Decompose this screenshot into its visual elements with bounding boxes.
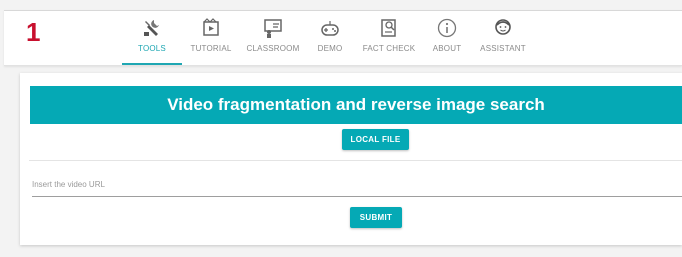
main-nav: TOOLS TUTORIAL CLASSROOM DEMO FACT CHECK… <box>122 11 536 65</box>
fact-check-icon <box>378 17 400 39</box>
video-url-input[interactable] <box>32 174 682 197</box>
info-icon <box>436 17 458 39</box>
step-number-badge: 1 <box>26 17 41 47</box>
nav-label-classroom: CLASSROOM <box>246 44 300 53</box>
assistant-icon <box>492 17 514 39</box>
nav-label-tools: TOOLS <box>138 44 166 53</box>
nav-item-fact-check[interactable]: FACT CHECK <box>354 11 424 65</box>
divider <box>29 160 682 161</box>
video-fragmentation-panel: Video fragmentation and reverse image se… <box>20 73 682 245</box>
local-file-button[interactable]: LOCAL FILE <box>342 129 409 150</box>
gamepad-icon <box>319 17 341 39</box>
nav-item-assistant[interactable]: ASSISTANT <box>470 11 536 65</box>
nav-label-fact-check: FACT CHECK <box>362 44 416 53</box>
nav-label-demo: DEMO <box>317 44 343 53</box>
top-navigation-bar: 1 TOOLS TUTORIAL CLASSROOM DEMO FACT CHE… <box>4 10 682 66</box>
nav-label-about: ABOUT <box>432 44 462 53</box>
tutorial-icon <box>200 17 222 39</box>
nav-item-tutorial[interactable]: TUTORIAL <box>182 11 240 65</box>
nav-item-tools[interactable]: TOOLS <box>122 11 182 65</box>
app-frame: 1 TOOLS TUTORIAL CLASSROOM DEMO FACT CHE… <box>0 0 682 257</box>
tools-icon <box>141 17 163 39</box>
nav-label-tutorial: TUTORIAL <box>190 44 232 53</box>
nav-item-about[interactable]: ABOUT <box>424 11 470 65</box>
nav-item-demo[interactable]: DEMO <box>306 11 354 65</box>
classroom-icon <box>262 17 284 39</box>
nav-item-classroom[interactable]: CLASSROOM <box>240 11 306 65</box>
panel-title: Video fragmentation and reverse image se… <box>30 86 682 124</box>
submit-button[interactable]: SUBMIT <box>350 207 402 228</box>
nav-label-assistant: ASSISTANT <box>480 44 526 53</box>
